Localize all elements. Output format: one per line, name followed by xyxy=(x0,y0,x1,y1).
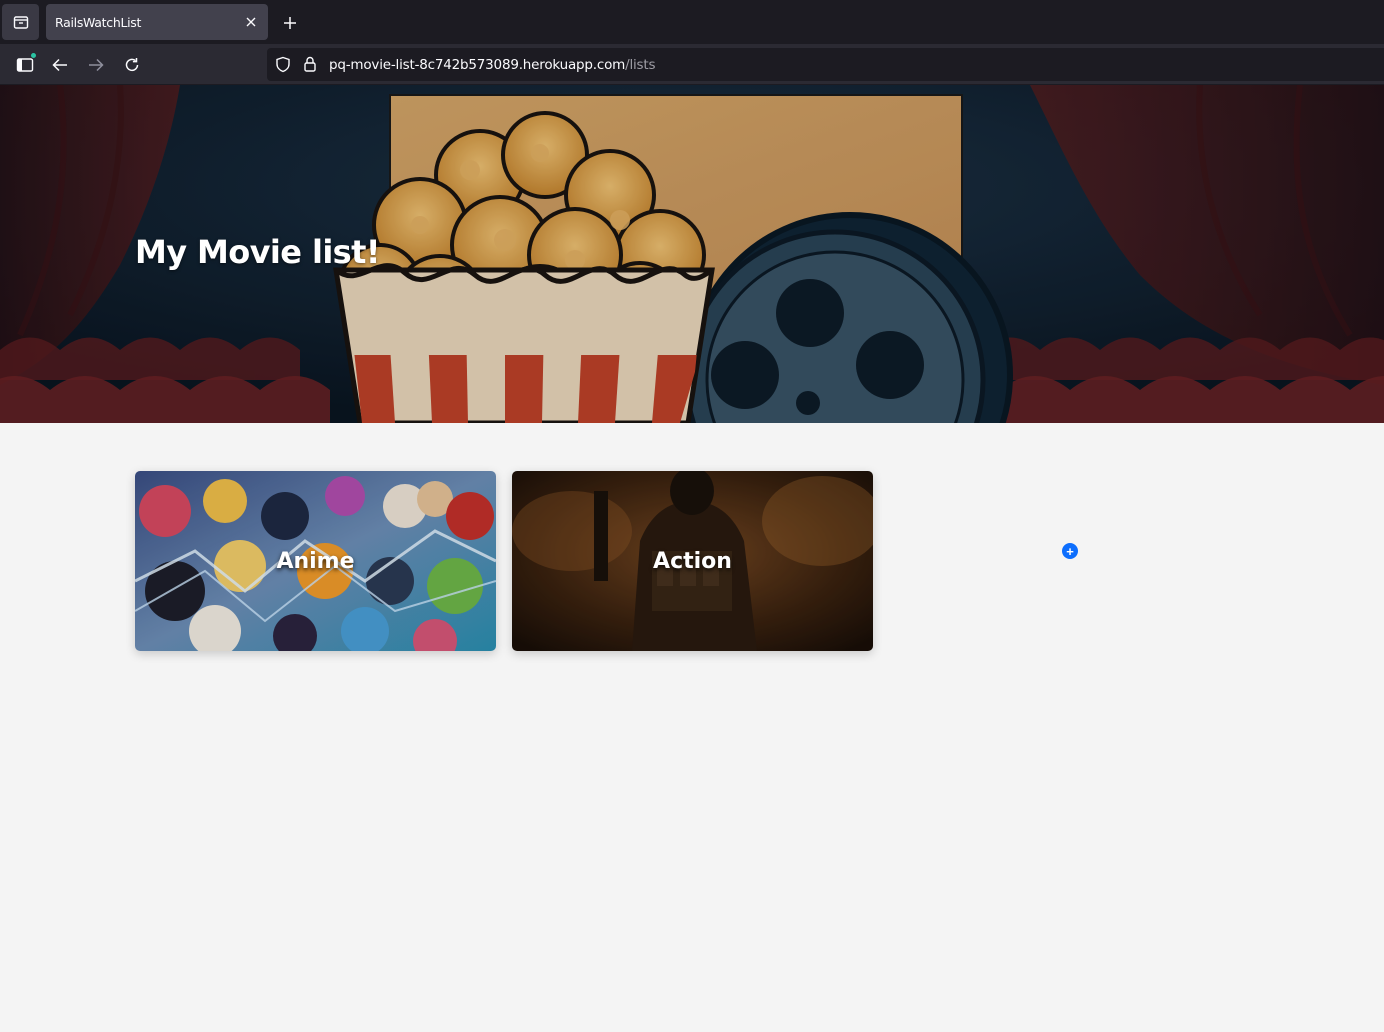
back-button[interactable] xyxy=(48,53,72,77)
url-text[interactable]: pq-movie-list-8c742b573089.herokuapp.com… xyxy=(329,57,656,73)
new-tab-button[interactable] xyxy=(279,12,301,34)
close-tab-button[interactable] xyxy=(242,13,260,31)
tab-overview-icon xyxy=(13,16,28,29)
back-arrow-icon xyxy=(52,58,67,72)
reload-button[interactable] xyxy=(120,53,144,77)
address-bar[interactable]: pq-movie-list-8c742b573089.herokuapp.com… xyxy=(267,48,1384,81)
url-path: /lists xyxy=(625,57,656,73)
sidebar-toggle-button[interactable] xyxy=(13,52,37,77)
plus-icon xyxy=(284,17,296,29)
site-info-button[interactable] xyxy=(303,56,317,77)
tab-railswatchlist[interactable]: RailsWatchList xyxy=(46,4,268,40)
page-title: My Movie list! xyxy=(135,233,380,271)
tab-overview-button[interactable] xyxy=(2,4,39,40)
tracking-protection-button[interactable] xyxy=(275,56,291,78)
reload-icon xyxy=(125,58,139,72)
close-icon xyxy=(246,17,256,27)
hero-banner: My Movie list! xyxy=(0,85,1384,423)
sidebar-icon xyxy=(16,58,34,72)
plus-icon: + xyxy=(1066,543,1074,559)
notification-dot xyxy=(30,52,37,59)
add-list-button[interactable]: + xyxy=(1062,543,1078,559)
url-host: pq-movie-list-8c742b573089.herokuapp.com xyxy=(329,57,626,73)
forward-arrow-icon xyxy=(89,58,104,72)
list-name: Anime xyxy=(276,548,355,574)
tab-title: RailsWatchList xyxy=(55,15,142,30)
list-card-action[interactable]: Action xyxy=(512,471,873,651)
forward-button[interactable] xyxy=(84,53,108,77)
lock-icon xyxy=(304,56,316,72)
shield-icon xyxy=(276,56,290,73)
main-content: Anime Action + xyxy=(0,423,1384,1032)
browser-nav-bar: pq-movie-list-8c742b573089.herokuapp.com… xyxy=(0,44,1384,85)
browser-tab-bar: RailsWatchList xyxy=(0,0,1384,44)
list-name: Action xyxy=(653,548,732,574)
list-card-anime[interactable]: Anime xyxy=(135,471,496,651)
